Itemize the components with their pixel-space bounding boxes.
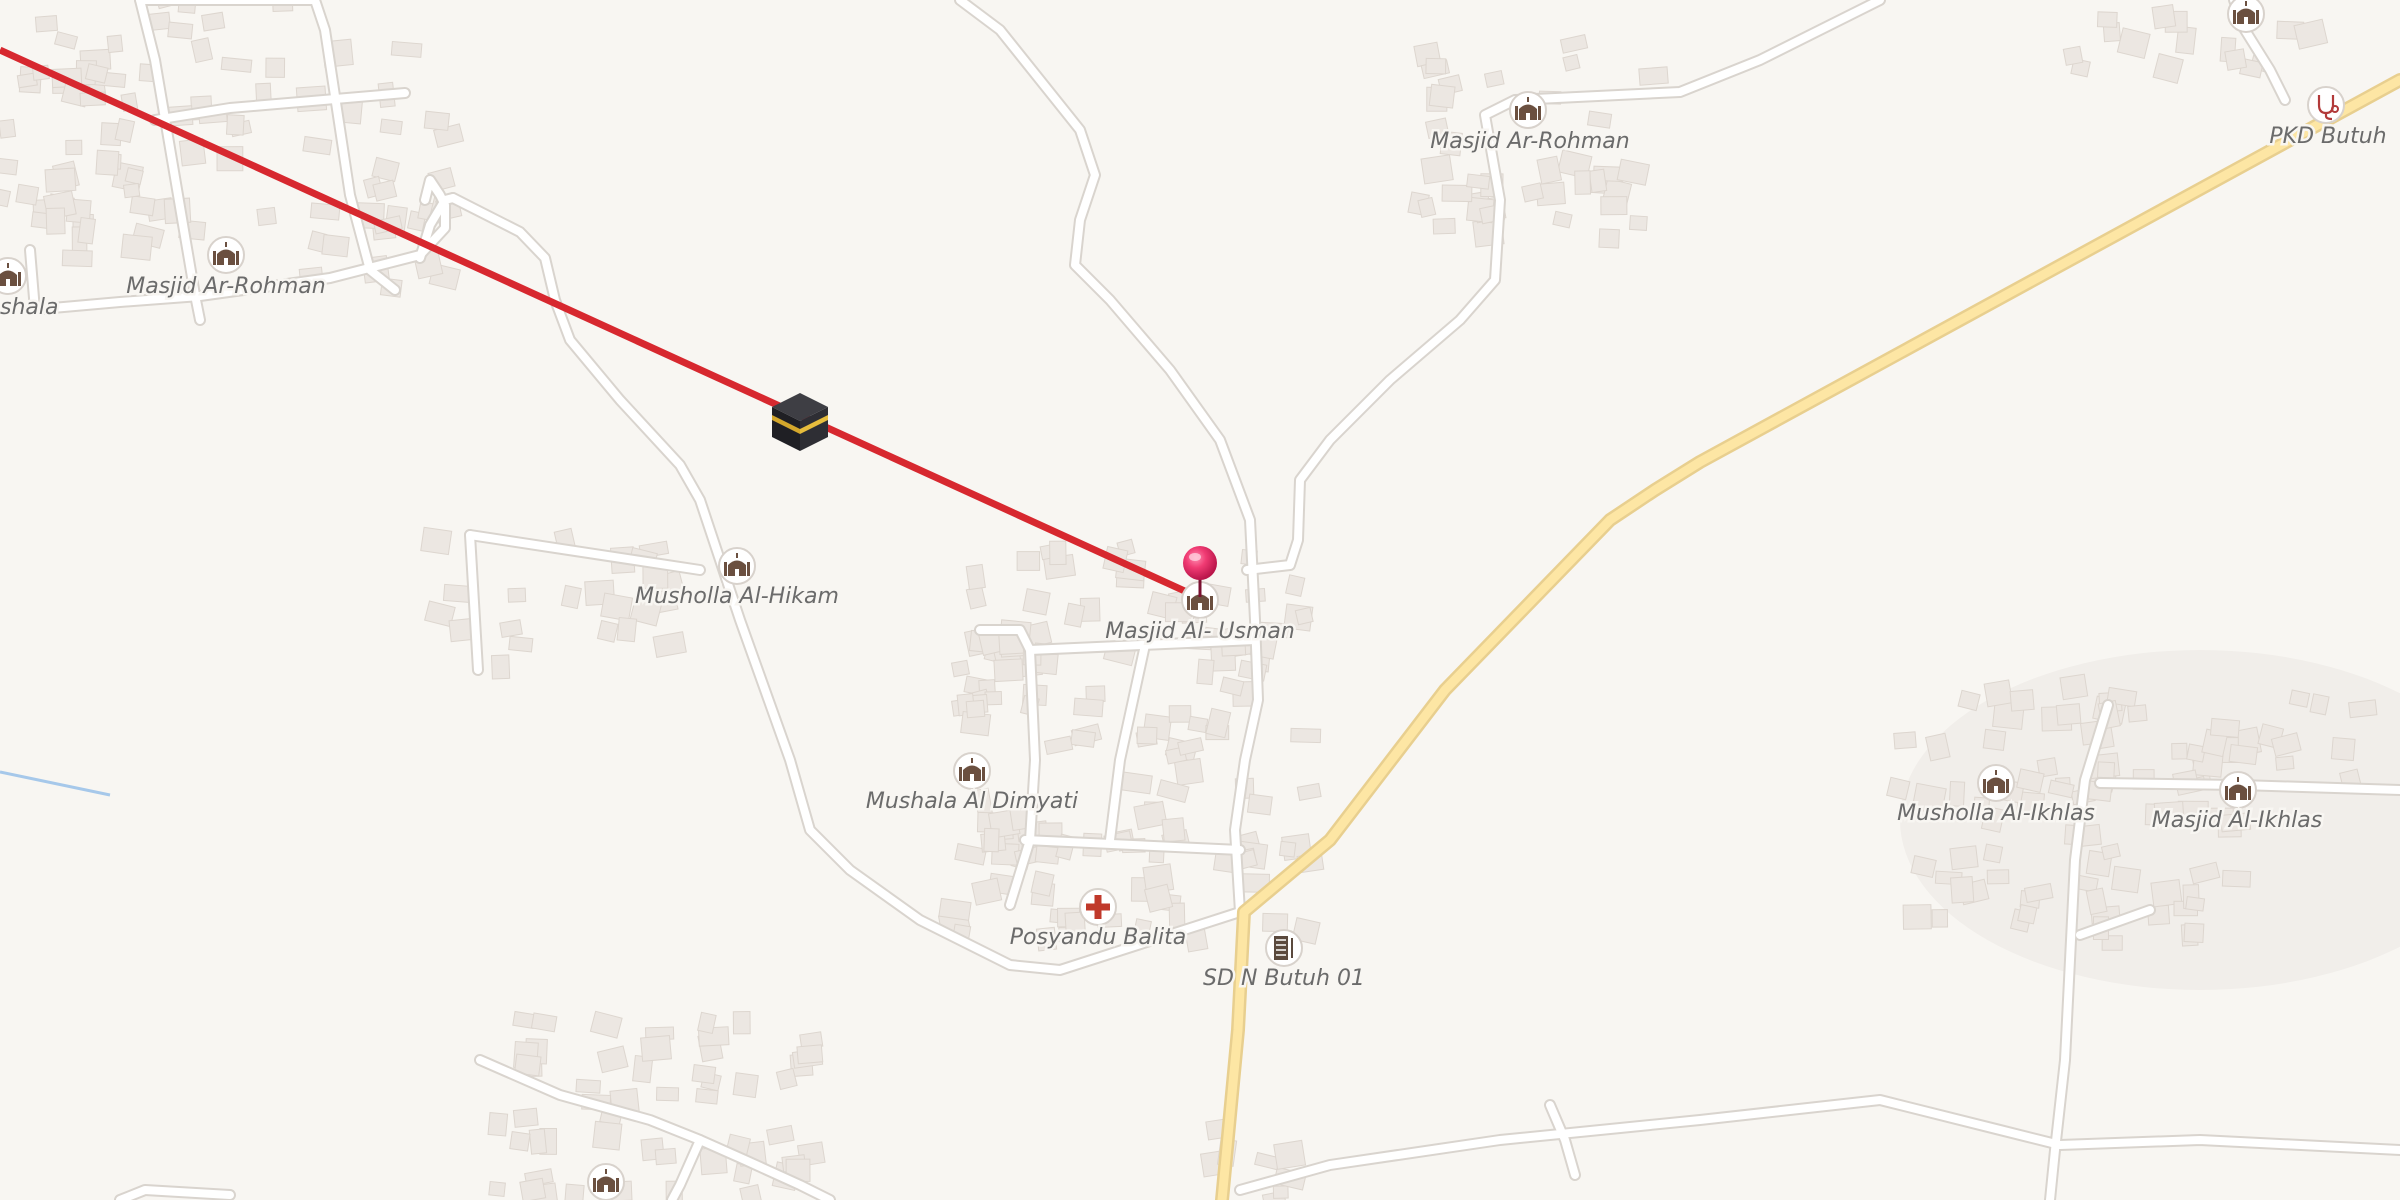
poi-label-masjid-al-ikhlas[interactable]: Masjid Al-Ikhlas bbox=[2149, 806, 2324, 836]
poi-label-musholla-al-ikhlas[interactable]: Musholla Al-Ikhlas bbox=[1895, 799, 2098, 829]
mosque-icon[interactable] bbox=[718, 547, 756, 585]
map-view[interactable]: Masjid Ar-Rohman Masjid Ar-Rohman PKD Bu… bbox=[0, 0, 2400, 1200]
poi-label-musholla-al-hikam[interactable]: Musholla Al-Hikam bbox=[633, 582, 842, 612]
poi-label-posyandu-balita[interactable]: Posyandu Balita bbox=[1007, 923, 1188, 953]
poi-label-masjid-ar-rohman-north[interactable]: Masjid Ar-Rohman bbox=[1428, 127, 1632, 157]
main-road bbox=[1215, 73, 2400, 1200]
mosque-icon[interactable] bbox=[2219, 771, 2257, 809]
qibla-direction-line bbox=[0, 46, 1202, 602]
mosque-icon[interactable] bbox=[953, 752, 991, 790]
poi-label-mushala-al-dimyati[interactable]: Mushala Al Dimyati bbox=[863, 787, 1080, 817]
school-icon[interactable] bbox=[1265, 929, 1303, 967]
mosque-icon[interactable] bbox=[1977, 764, 2015, 802]
health-cross-icon[interactable] bbox=[1079, 888, 1117, 926]
kaaba-icon[interactable] bbox=[772, 393, 828, 451]
poi-label-mushala-west-edge[interactable]: shala bbox=[0, 293, 61, 323]
stream bbox=[0, 770, 111, 797]
mosque-icon[interactable] bbox=[207, 236, 245, 274]
poi-label-masjid-al-usman[interactable]: Masjid Al- Usman bbox=[1103, 617, 1298, 647]
poi-label-masjid-ar-rohman-west[interactable]: Masjid Ar-Rohman bbox=[124, 272, 328, 302]
mosque-icon[interactable] bbox=[587, 1163, 625, 1200]
poi-label-sd-n-butuh-01[interactable]: SD N Butuh 01 bbox=[1201, 964, 1368, 994]
stethoscope-icon[interactable] bbox=[2307, 86, 2345, 124]
poi-label-pkd-butuh[interactable]: PKD Butuh bbox=[2267, 122, 2389, 152]
mosque-icon[interactable] bbox=[1509, 91, 1547, 129]
mosque-icon[interactable] bbox=[0, 257, 27, 295]
mosque-icon[interactable] bbox=[2227, 0, 2265, 33]
